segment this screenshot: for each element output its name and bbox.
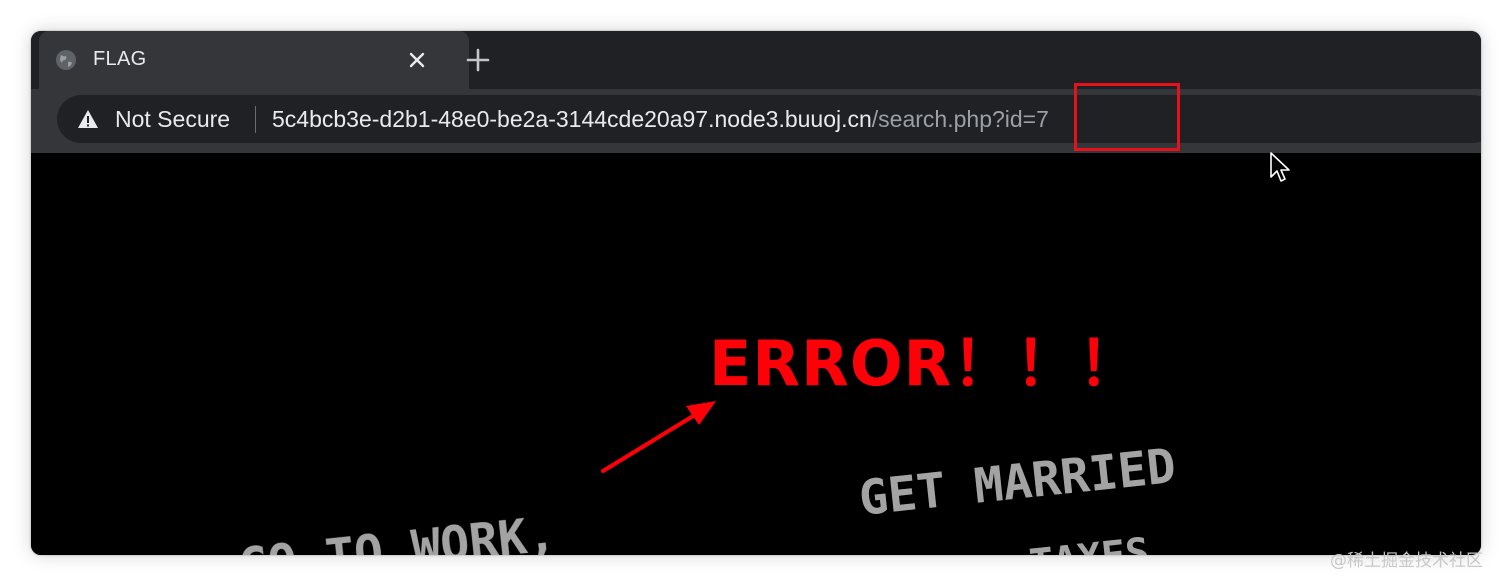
watermark: @稀土掘金技术社区 [1330, 551, 1483, 571]
close-icon[interactable] [405, 48, 429, 72]
url-path: /search.php?id=7 [871, 106, 1049, 132]
tab-strip: FLAG [31, 31, 1481, 89]
bg-text-work: GO TO WORK, [236, 506, 558, 555]
url-text[interactable]: 5c4bcb3e-d2b1-48e0-be2a-3144cde20a97.nod… [272, 106, 1049, 133]
url-highlight-box [1074, 83, 1180, 151]
error-heading: ERROR！！！ [709, 327, 1142, 400]
toolbar: Not Secure 5c4bcb3e-d2b1-48e0-be2a-3144c… [31, 89, 1481, 153]
annotation-arrow [601, 401, 716, 473]
page-content: GET MARRIED GO TO WORK, TAXES ERROR！！！ [31, 153, 1481, 555]
plus-icon[interactable] [465, 47, 491, 73]
mouse-cursor-icon [1270, 152, 1290, 182]
bg-text-taxes: TAXES [1027, 530, 1152, 555]
url-host: 5c4bcb3e-d2b1-48e0-be2a-3144cde20a97.nod… [272, 106, 872, 132]
bg-text-married: GET MARRIED [856, 438, 1178, 527]
address-bar[interactable]: Not Secure 5c4bcb3e-d2b1-48e0-be2a-3144c… [57, 95, 1481, 143]
warning-triangle-icon[interactable] [77, 108, 99, 130]
globe-icon [56, 50, 76, 70]
security-label[interactable]: Not Secure [115, 106, 230, 133]
tab-title: FLAG [93, 48, 147, 70]
separator [255, 106, 256, 133]
tab-flag[interactable]: FLAG [39, 31, 469, 89]
browser-window: FLAG Not Secure 5c4bcb3e-d2b1-48e0-be2a-… [31, 31, 1481, 555]
